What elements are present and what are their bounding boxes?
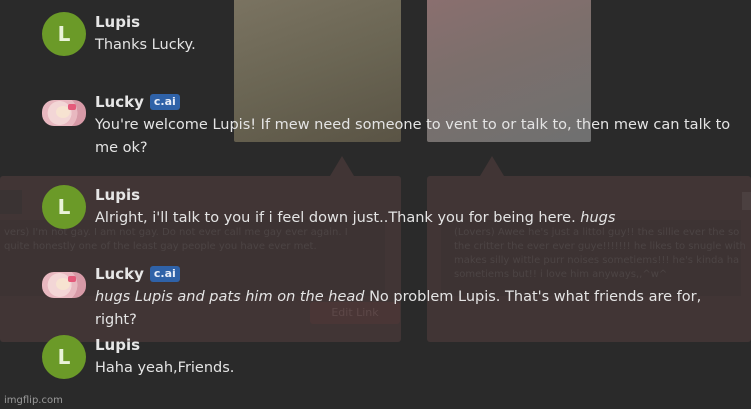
avatar[interactable]: L <box>42 185 86 229</box>
author-name[interactable]: Lucky <box>95 264 144 284</box>
message-text: hugs Lupis and pats him on the head No p… <box>95 289 702 328</box>
avatar[interactable]: L <box>42 335 86 379</box>
message-text: Alright, i'll talk to you if i feel down… <box>95 210 616 226</box>
author-name[interactable]: Lupis <box>95 335 140 355</box>
avatar[interactable] <box>42 272 86 298</box>
message-text: Thanks Lucky. <box>95 37 196 53</box>
avatar[interactable]: L <box>42 12 86 56</box>
author-name[interactable]: Lucky <box>95 92 144 112</box>
chat-log: L Lupis Thanks Lucky. Lucky c.ai You're … <box>0 0 751 409</box>
author-name[interactable]: Lupis <box>95 185 140 205</box>
watermark: imgflip.com <box>4 395 63 406</box>
avatar[interactable] <box>42 100 86 126</box>
message-text: Haha yeah,Friends. <box>95 360 235 376</box>
author-name[interactable]: Lupis <box>95 12 140 32</box>
bot-badge: c.ai <box>149 94 180 110</box>
message-text: You're welcome Lupis! If mew need someon… <box>95 117 731 156</box>
bot-badge: c.ai <box>149 266 180 282</box>
